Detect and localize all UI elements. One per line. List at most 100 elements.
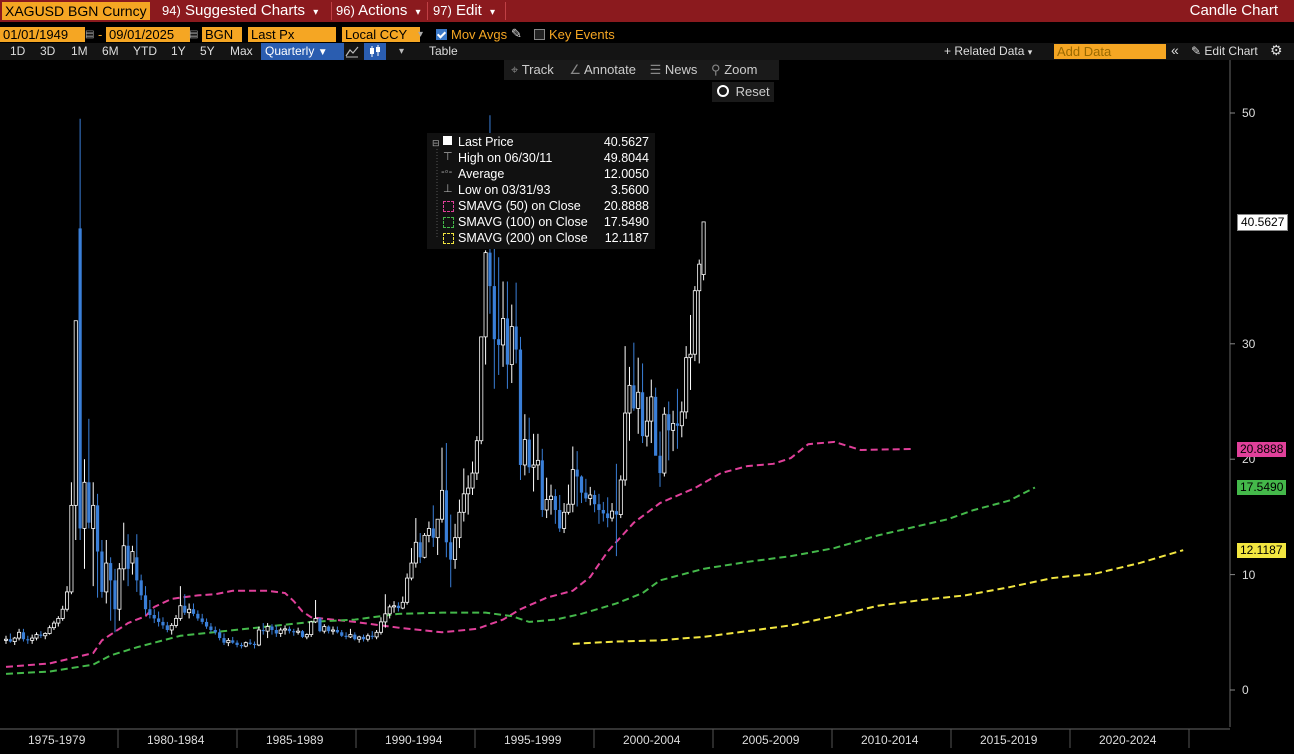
legend-high-value: 49.8044 bbox=[603, 151, 649, 165]
candle-body bbox=[492, 286, 496, 340]
candle bbox=[213, 626, 217, 635]
candle-body bbox=[226, 639, 231, 644]
candle bbox=[466, 475, 471, 515]
candle-body bbox=[549, 495, 554, 500]
x-tick-label: 2010-2014 bbox=[861, 733, 919, 747]
y-tick-label: 0 bbox=[1242, 683, 1249, 697]
x-tick-label: 2020-2024 bbox=[1099, 733, 1157, 747]
candle bbox=[235, 640, 239, 648]
candle-body bbox=[514, 326, 518, 350]
legend-average-label: Average bbox=[458, 167, 505, 181]
candle bbox=[304, 633, 309, 640]
candle bbox=[470, 461, 475, 495]
legend-sma100-value: 17.5490 bbox=[603, 215, 649, 229]
candle bbox=[152, 609, 156, 624]
candle bbox=[226, 638, 231, 647]
candle bbox=[644, 396, 649, 447]
candle bbox=[601, 501, 605, 522]
sma-line-1 bbox=[5, 440, 913, 668]
candle-body bbox=[278, 629, 283, 634]
candle-chart[interactable] bbox=[0, 0, 1294, 754]
candle bbox=[640, 363, 645, 444]
candle-body bbox=[117, 568, 122, 610]
candle bbox=[570, 446, 575, 513]
candle bbox=[287, 626, 291, 634]
candle-body bbox=[644, 420, 649, 437]
candle-body bbox=[378, 621, 383, 633]
candle-body bbox=[183, 605, 187, 613]
candle-body bbox=[562, 511, 567, 529]
candle-body bbox=[21, 632, 26, 640]
candle bbox=[453, 523, 458, 569]
candle bbox=[344, 632, 348, 640]
candle bbox=[278, 627, 283, 637]
x-tick-label: 1975-1979 bbox=[28, 733, 86, 747]
candle bbox=[161, 617, 165, 629]
candle bbox=[200, 613, 204, 625]
sma200-value-label: 12.1187 bbox=[1237, 543, 1286, 558]
candle-body bbox=[606, 513, 610, 519]
candle bbox=[348, 628, 353, 639]
candle bbox=[588, 486, 593, 506]
y-tick-label: 50 bbox=[1242, 106, 1256, 120]
candle bbox=[357, 635, 362, 643]
candle-body bbox=[518, 349, 523, 465]
candle-body bbox=[383, 613, 388, 623]
candle bbox=[335, 626, 339, 634]
candle-body bbox=[248, 642, 252, 644]
candle-body bbox=[361, 636, 366, 640]
x-tick-label: 1985-1989 bbox=[266, 733, 324, 747]
candle-body bbox=[165, 625, 169, 630]
candle bbox=[593, 490, 597, 513]
candle-body bbox=[509, 326, 514, 365]
candle bbox=[43, 632, 48, 640]
candle bbox=[117, 563, 122, 621]
candle-body bbox=[505, 318, 509, 365]
candle-body bbox=[570, 469, 575, 505]
candle-body bbox=[309, 621, 314, 636]
candle-body bbox=[204, 621, 209, 627]
candle-body bbox=[636, 391, 641, 409]
candle-body bbox=[34, 634, 39, 639]
candle bbox=[623, 346, 628, 486]
candle-body bbox=[327, 626, 331, 632]
candle bbox=[95, 493, 100, 598]
candle-body bbox=[654, 396, 658, 456]
legend-average-value: 12.0050 bbox=[603, 167, 649, 181]
candle-body bbox=[12, 637, 17, 642]
candle-body bbox=[453, 537, 458, 560]
candle-body bbox=[701, 221, 706, 275]
candle bbox=[283, 625, 288, 635]
candle-body bbox=[348, 634, 353, 638]
candle bbox=[439, 447, 444, 523]
candle bbox=[566, 484, 571, 515]
candle bbox=[91, 482, 96, 587]
candle bbox=[549, 484, 554, 515]
chart-legend[interactable]: ⊟ Last Price 40.5627 ⊤ High on 06/30/11 … bbox=[427, 133, 655, 249]
candle-body bbox=[675, 423, 680, 426]
candle-body bbox=[474, 440, 479, 474]
candle-body bbox=[200, 618, 204, 622]
candle bbox=[396, 602, 400, 612]
candle bbox=[165, 621, 169, 633]
candle-body bbox=[283, 628, 288, 631]
candle-body bbox=[152, 614, 156, 619]
candle-body bbox=[632, 385, 636, 409]
candle-body bbox=[610, 510, 615, 519]
candle-body bbox=[461, 493, 466, 513]
y-tick-label: 30 bbox=[1242, 336, 1256, 351]
candle-body bbox=[121, 545, 126, 570]
candle bbox=[261, 623, 265, 635]
candle-body bbox=[431, 528, 435, 538]
candle-body bbox=[618, 479, 623, 515]
candle bbox=[675, 388, 680, 449]
x-tick-label: 1995-1999 bbox=[504, 733, 562, 747]
candle-body bbox=[365, 635, 370, 640]
candle-body bbox=[130, 551, 135, 564]
sma-line-2 bbox=[5, 486, 1036, 675]
candle-body bbox=[231, 640, 235, 643]
candle bbox=[654, 387, 658, 456]
candle-body bbox=[87, 482, 91, 523]
candle-body bbox=[479, 336, 484, 442]
candle-body bbox=[91, 504, 96, 529]
